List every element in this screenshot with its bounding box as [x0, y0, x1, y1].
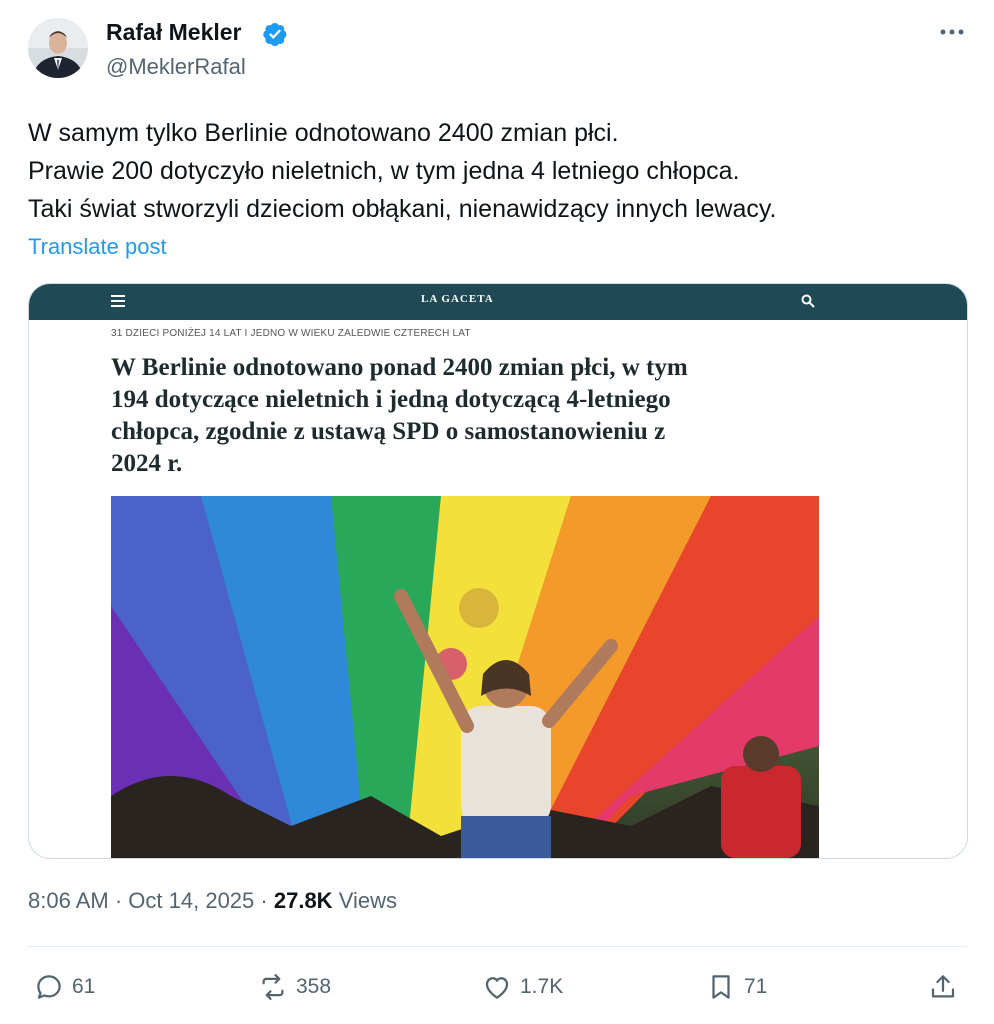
reply-button[interactable]: 61	[34, 970, 95, 1004]
like-count: 1.7K	[520, 975, 564, 998]
bookmark-count: 71	[744, 975, 768, 998]
meta-separator: ·	[114, 888, 129, 913]
translate-post-link[interactable]: Translate post	[28, 234, 167, 260]
reply-count: 61	[72, 975, 96, 998]
author-name[interactable]: Rafał Mekler	[106, 19, 242, 46]
more-icon[interactable]	[938, 22, 966, 42]
post-line: Taki świat stworzyli dzieciom obłąkani, …	[28, 195, 777, 223]
repost-count: 358	[296, 975, 332, 998]
site-header-bar: LA GACETA	[29, 284, 967, 320]
bookmark-button[interactable]: 71	[706, 970, 767, 1004]
search-icon	[801, 294, 815, 308]
views-label: Views	[338, 888, 397, 913]
post-meta: 8:06 AM · Oct 14, 2025 · 27.8K Views	[28, 888, 397, 914]
site-logo: LA GACETA	[421, 293, 494, 305]
menu-icon	[111, 295, 125, 307]
like-icon	[485, 977, 509, 999]
verified-icon	[263, 23, 287, 47]
author-handle[interactable]: @MeklerRafal	[106, 54, 246, 80]
divider	[28, 946, 966, 947]
reply-icon	[37, 975, 61, 999]
post-time[interactable]: 8:06 AM	[28, 888, 109, 913]
like-button[interactable]: 1.7K	[482, 970, 563, 1004]
headline-line: 2024 r.	[111, 450, 183, 477]
media-card[interactable]: LA GACETA 31 DZIECI PONIŻEJ 14 LAT I JED…	[28, 283, 968, 859]
post-date[interactable]: Oct 14, 2025	[128, 888, 254, 913]
article-kicker: 31 DZIECI PONIŻEJ 14 LAT I JEDNO W WIEKU…	[111, 328, 471, 339]
headline-line: W Berlinie odnotowano ponad 2400 zmian p…	[111, 354, 688, 381]
repost-button[interactable]: 358	[258, 970, 331, 1004]
post-line: W samym tylko Berlinie odnotowano 2400 z…	[28, 119, 619, 147]
share-icon	[931, 975, 955, 998]
bookmark-icon	[712, 975, 730, 999]
avatar-image	[28, 18, 88, 78]
views-count: 27.8K	[273, 888, 333, 913]
meta-separator: ·	[260, 888, 274, 913]
article-photo	[111, 496, 819, 858]
repost-icon	[262, 974, 284, 1000]
article-headline: W Berlinie odnotowano ponad 2400 zmian p…	[111, 352, 811, 480]
headline-line: 194 dotyczące nieletnich i jedną dotyczą…	[111, 386, 671, 413]
post-line: Prawie 200 dotyczyło nieletnich, w tym j…	[28, 157, 740, 185]
headline-line: chłopca, zgodnie z ustawą SPD o samostan…	[111, 418, 666, 445]
avatar[interactable]	[28, 18, 88, 78]
share-button[interactable]	[928, 970, 966, 1004]
post-text: W samym tylko Berlinie odnotowano 2400 z…	[28, 114, 958, 228]
